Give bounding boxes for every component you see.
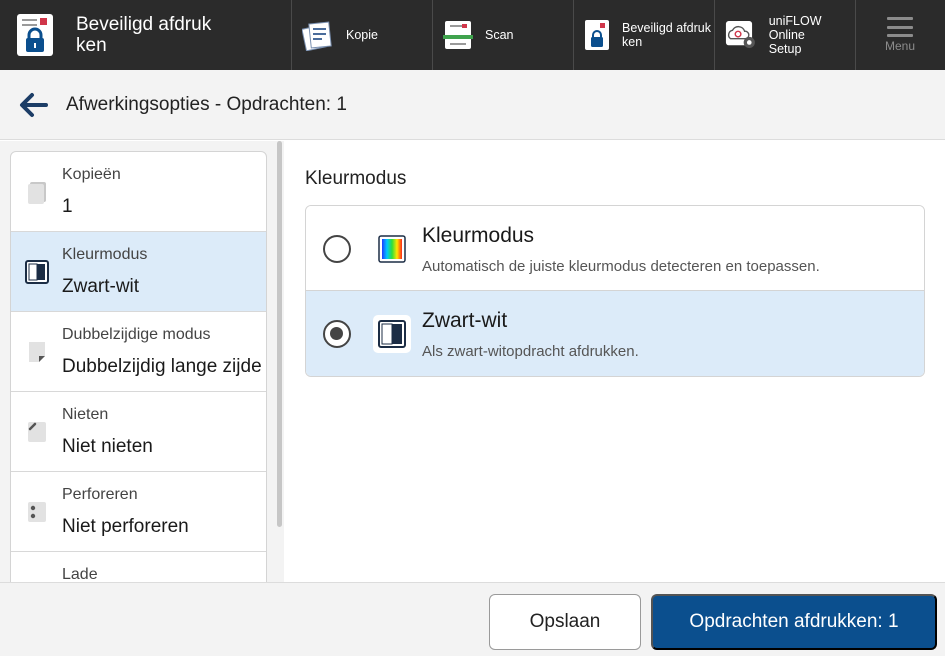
option-color-mode[interactable]: Kleurmodus Automatisch de juiste kleurmo… [306, 206, 924, 291]
settings-scrollbar[interactable] [277, 141, 282, 527]
setting-name: Nieten [62, 406, 109, 423]
cloud-settings-icon [725, 20, 755, 49]
setting-value: Dubbelzijdig lange zijde [62, 356, 262, 377]
arrow-left-icon [20, 92, 48, 117]
option-title: Kleurmodus [422, 224, 535, 247]
setting-name: Kleurmodus [62, 246, 148, 263]
footer: Opslaan Opdrachten afdrukken: 1 [0, 582, 945, 656]
copy-icon [302, 21, 332, 51]
setting-item-copies[interactable]: Kopieën 1 [11, 152, 266, 232]
app-button-uniflow-setup[interactable]: uniFLOW Online Setup [715, 0, 856, 70]
duplex-icon [29, 342, 45, 362]
scan-icon [443, 21, 473, 49]
secure-print-icon [585, 20, 609, 50]
current-app-title: Beveiligd afdruk ken [76, 14, 212, 56]
current-app-secure-print[interactable]: Beveiligd afdruk ken [0, 0, 292, 70]
copies-icon [28, 182, 46, 204]
setting-value: Niet perforeren [62, 516, 189, 537]
option-description: Automatisch de juiste kleurmodus detecte… [422, 258, 820, 275]
menu-label: Menu [884, 39, 916, 53]
save-button[interactable]: Opslaan [489, 594, 641, 650]
staple-icon [28, 422, 46, 442]
app-label-kopie: Kopie [346, 28, 378, 42]
app-label-scan: Scan [485, 28, 514, 42]
option-title: Zwart-wit [422, 309, 508, 332]
setting-item-punch[interactable]: Perforeren Niet perforeren [11, 472, 266, 552]
setting-item-tray[interactable]: Lade [11, 552, 266, 582]
app-label-uniflow-setup: uniFLOW Online Setup [768, 14, 822, 56]
back-button[interactable] [0, 70, 66, 140]
setting-value: Zwart-wit [62, 276, 140, 297]
black-white-icon [25, 260, 49, 284]
color-mode-options: Kleurmodus Automatisch de juiste kleurmo… [305, 205, 925, 377]
app-button-scan[interactable]: Scan [433, 0, 574, 70]
menu-button[interactable]: Menu [856, 0, 944, 70]
setting-value: Niet nieten [62, 436, 153, 457]
option-black-white[interactable]: Zwart-wit Als zwart-witopdracht afdrukke… [306, 291, 924, 376]
settings-panel: Kopieën 1 Kleurmodus Zwart-wit Dubbelzij… [0, 141, 284, 582]
page-title: Afwerkingsopties - Opdrachten: 1 [66, 93, 347, 115]
setting-name: Kopieën [62, 166, 121, 183]
hamburger-icon [887, 17, 913, 37]
black-white-icon [373, 315, 411, 353]
radio-button[interactable] [323, 320, 351, 348]
setting-name: Dubbelzijdige modus [62, 326, 211, 343]
color-gradient-icon [373, 230, 411, 268]
secure-print-icon [17, 14, 53, 56]
setting-name: Lade [62, 566, 98, 582]
radio-button[interactable] [323, 235, 351, 263]
settings-list: Kopieën 1 Kleurmodus Zwart-wit Dubbelzij… [10, 151, 267, 582]
app-button-kopie[interactable]: Kopie [292, 0, 433, 70]
setting-item-duplex[interactable]: Dubbelzijdige modus Dubbelzijdig lange z… [11, 312, 266, 392]
setting-item-color-mode[interactable]: Kleurmodus Zwart-wit [11, 232, 266, 312]
title-bar: Afwerkingsopties - Opdrachten: 1 [0, 70, 945, 140]
app-label-secure-print: Beveiligd afdruk ken [622, 21, 711, 49]
top-bar: Beveiligd afdruk ken Kopie Scan Beveilig… [0, 0, 945, 70]
section-title: Kleurmodus [305, 168, 407, 189]
option-description: Als zwart-witopdracht afdrukken. [422, 343, 639, 360]
setting-value: 1 [62, 196, 73, 217]
print-jobs-button[interactable]: Opdrachten afdrukken: 1 [651, 594, 937, 650]
app-button-secure-print[interactable]: Beveiligd afdruk ken [574, 0, 715, 70]
setting-item-staple[interactable]: Nieten Niet nieten [11, 392, 266, 472]
setting-name: Perforeren [62, 486, 138, 503]
color-mode-panel: Kleurmodus Kleurmodus Automatisch de jui… [284, 141, 945, 582]
punch-icon [28, 502, 46, 522]
